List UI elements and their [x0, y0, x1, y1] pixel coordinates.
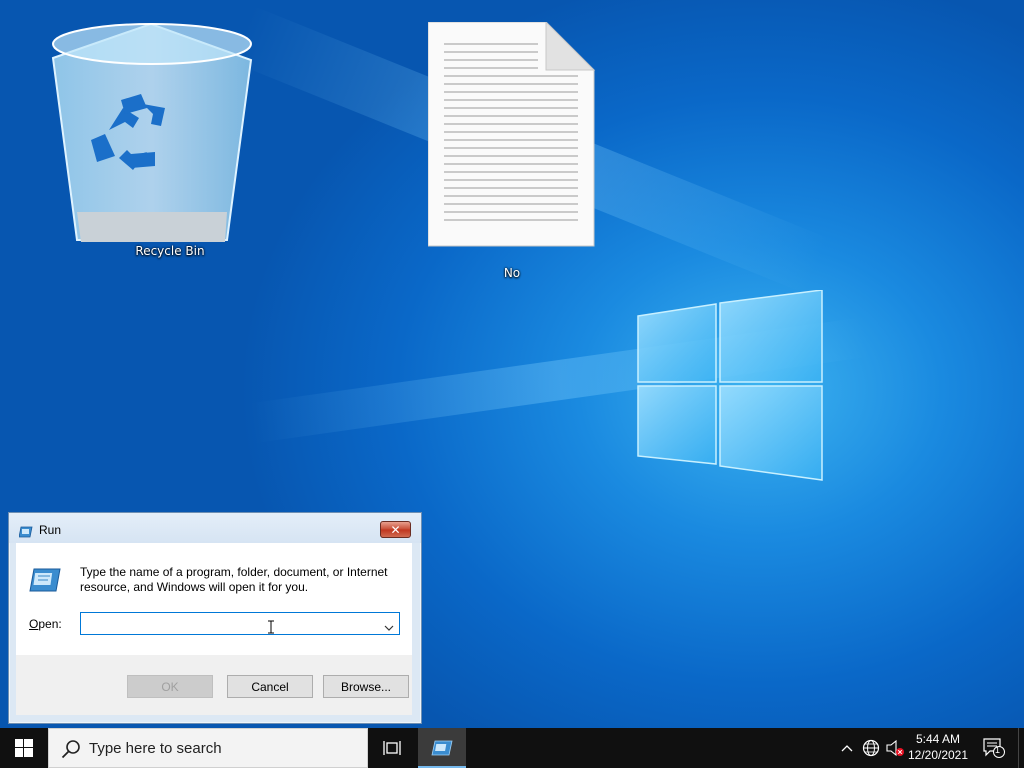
search-placeholder: Type here to search — [89, 740, 222, 757]
run-description: Type the name of a program, folder, docu… — [80, 565, 388, 594]
run-body-content — [16, 543, 412, 655]
open-input[interactable] — [84, 615, 374, 632]
browse-button[interactable]: Browse... — [323, 675, 409, 698]
open-label-rest: pen: — [38, 617, 62, 631]
windows-logo-wallpaper — [636, 289, 826, 482]
close-button[interactable]: ✕ — [380, 521, 411, 538]
taskbar-clock[interactable]: 5:44 AM 12/20/2021 — [906, 731, 970, 763]
start-button[interactable] — [0, 728, 48, 768]
task-view-button[interactable] — [368, 728, 416, 768]
show-hidden-icons-button[interactable] — [838, 728, 856, 768]
search-icon — [61, 739, 81, 763]
globe-network-icon — [862, 739, 880, 757]
notification-icon — [983, 738, 1005, 758]
volume-button[interactable] — [884, 728, 906, 768]
windows-start-icon — [15, 739, 33, 757]
taskbar: Type here to search 5:44 AM 12/20/2021 1 — [0, 728, 1024, 768]
action-center-button[interactable]: 1 — [978, 728, 1010, 768]
recycle-bin-label: Recycle Bin — [135, 244, 205, 258]
open-label-mnemonic: O — [29, 617, 39, 631]
cancel-button[interactable]: Cancel — [227, 675, 313, 698]
show-desktop-button[interactable] — [1018, 728, 1024, 768]
open-combobox[interactable] — [80, 612, 400, 635]
ok-button[interactable]: OK — [127, 675, 213, 698]
notification-count-badge: 1 — [995, 745, 1001, 755]
clock-date: 12/20/2021 — [907, 748, 969, 762]
speaker-muted-icon — [886, 739, 904, 757]
taskbar-run-app[interactable] — [418, 728, 466, 768]
run-app-icon — [18, 523, 33, 542]
recycle-bin-icon — [51, 22, 252, 242]
i-beam-cursor-icon — [267, 619, 275, 638]
run-app-icon — [431, 740, 453, 756]
no-document-label: No — [503, 266, 521, 280]
run-title: Run — [39, 523, 62, 537]
run-dialog: Run ✕ Type the name of a program, folder… — [8, 512, 422, 724]
run-body: Type the name of a program, folder, docu… — [16, 543, 412, 715]
run-large-icon — [28, 567, 62, 597]
run-titlebar[interactable]: Run ✕ — [9, 513, 421, 543]
text-document-icon — [428, 22, 596, 247]
desktop-icon-no-document[interactable]: No — [428, 22, 596, 280]
network-button[interactable] — [860, 728, 882, 768]
close-icon: ✕ — [390, 522, 401, 537]
chevron-down-icon[interactable] — [383, 618, 395, 637]
open-label: Open: — [29, 617, 62, 631]
chevron-up-icon — [841, 745, 853, 752]
task-view-icon — [383, 741, 401, 755]
taskbar-search-box[interactable]: Type here to search — [48, 728, 368, 768]
clock-time: 5:44 AM — [915, 732, 961, 746]
desktop-icon-recycle-bin[interactable]: Recycle Bin — [51, 20, 252, 258]
